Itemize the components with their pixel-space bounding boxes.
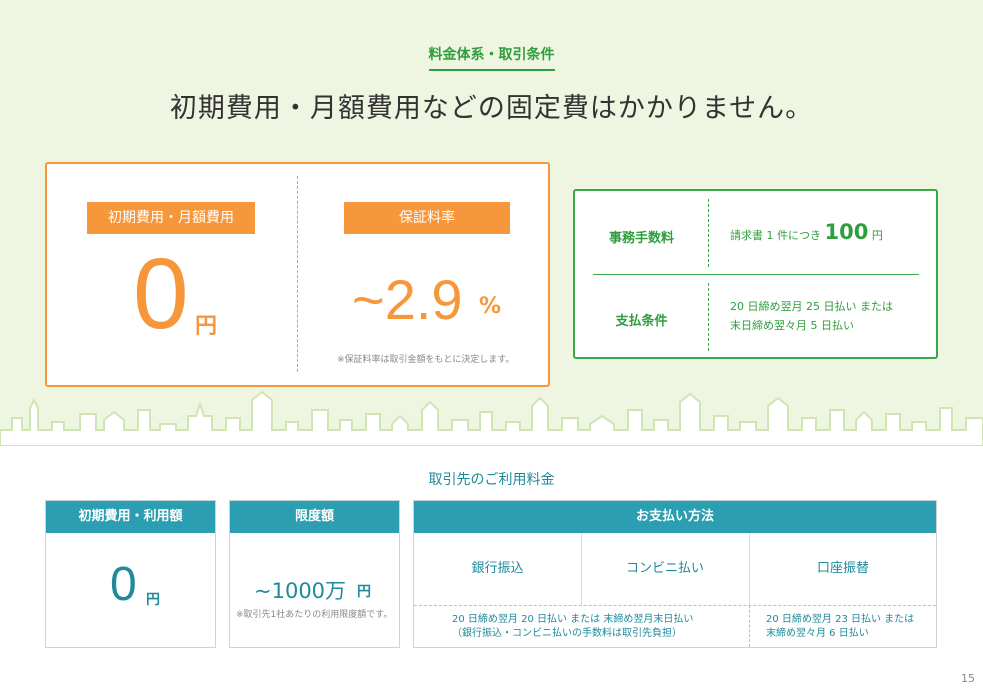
direct-debit-terms-line2: 末締め翌々月 6 日払い: [766, 628, 869, 639]
fees-terms-box: 事務手数料 請求書 1 件につき 100 円 支払条件 20 日締め翌月 25 …: [573, 189, 938, 359]
page-number: 15: [961, 672, 975, 685]
admin-fee-label: 事務手数料: [608, 231, 674, 246]
fee-divider: [708, 199, 709, 267]
payment-notes-separator: [749, 605, 750, 647]
payment-terms-label: 支払条件: [615, 314, 668, 329]
payment-method-direct-debit: 口座振替: [816, 561, 869, 576]
credit-limit-value: ~1000万: [254, 579, 347, 603]
client-initial-fee-header: 初期費用・利用額: [46, 501, 215, 533]
fixed-cost-box: 初期費用・月額費用 0 円 保証料率 ~2.9 % ※保証料率は取引金額をもとに…: [45, 162, 550, 387]
initial-monthly-fee-label: 初期費用・月額費用: [87, 202, 255, 234]
initial-monthly-fee-value: 0: [133, 238, 189, 350]
admin-fee-value: 請求書 1 件につき 100 円: [730, 220, 883, 245]
credit-limit-unit: 円: [357, 584, 371, 600]
row-divider: [593, 274, 919, 275]
city-skyline-illustration: [0, 390, 983, 446]
initial-monthly-fee-unit: 円: [195, 314, 218, 339]
payment-method-bank-transfer: 銀行振込: [471, 561, 524, 576]
guarantee-rate-label: 保証料率: [344, 202, 510, 234]
direct-debit-terms-line1: 20 日締め翌月 23 日払い または: [766, 614, 915, 625]
payment-notes-divider: [414, 605, 936, 606]
client-initial-fee-card: 初期費用・利用額 0 円: [45, 500, 216, 648]
section-label: 料金体系・取引条件: [0, 44, 983, 71]
page-headline: 初期費用・月額費用などの固定費はかかりません。: [169, 93, 814, 124]
admin-fee-prefix: 請求書 1 件につき: [730, 229, 821, 242]
section-label-text: 料金体系・取引条件: [428, 44, 555, 71]
payment-method-convenience-store: コンビニ払い: [625, 561, 704, 576]
payment-terms-line1: 20 日締め翌月 25 日払い または: [730, 300, 893, 313]
bank-convenience-terms-line1: 20 日締め翌月 20 日払い または 末締め翌月末日払い: [452, 614, 694, 625]
guarantee-rate-value: ~2.9: [352, 268, 463, 331]
guarantee-rate-unit: %: [479, 294, 502, 319]
admin-fee-unit: 円: [871, 229, 883, 242]
bank-convenience-terms-line2: （銀行振込・コンビニ払いの手数料は取引先負担）: [452, 628, 682, 639]
admin-fee-amount: 100: [824, 220, 869, 244]
credit-limit-note: ※取引先1社あたりの利用限度額です。: [236, 610, 393, 620]
payment-methods-card: お支払い方法 銀行振込 コンビニ払い 口座振替 20 日締め翌月 20 日払い …: [413, 500, 937, 648]
payment-methods-header: お支払い方法: [414, 501, 936, 533]
terms-divider: [708, 283, 709, 351]
box-divider: [297, 176, 298, 372]
credit-limit-header: 限度額: [230, 501, 399, 533]
payment-terms-line2: 末日締め翌々月 5 日払い: [730, 319, 854, 332]
client-initial-fee-unit: 円: [146, 592, 160, 608]
guarantee-rate-note: ※保証料率は取引金額をもとに決定します。: [337, 355, 515, 365]
client-fees-title: 取引先のご利用料金: [428, 472, 555, 488]
bank-convenience-terms: 20 日締め翌月 20 日払い または 末締め翌月末日払い （銀行振込・コンビニ…: [452, 613, 693, 641]
payment-terms-value: 20 日締め翌月 25 日払い または 末日締め翌々月 5 日払い: [730, 297, 893, 335]
client-initial-fee-value: 0: [110, 558, 137, 611]
direct-debit-terms: 20 日締め翌月 23 日払い または 末締め翌々月 6 日払い: [766, 613, 914, 641]
credit-limit-card: 限度額 ~1000万 円 ※取引先1社あたりの利用限度額です。: [229, 500, 400, 648]
